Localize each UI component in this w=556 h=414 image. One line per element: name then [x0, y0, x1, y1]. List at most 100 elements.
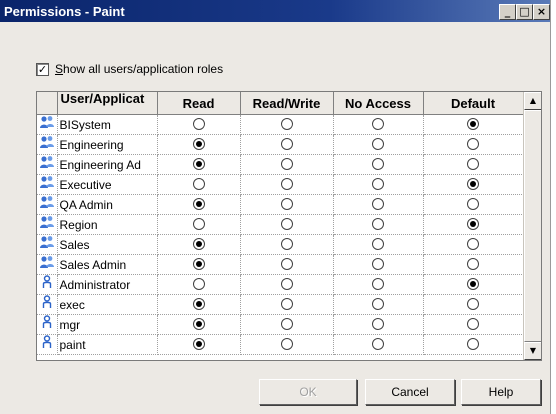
radio-read[interactable] [192, 158, 205, 171]
column-header-read[interactable]: Read [157, 92, 241, 115]
table-row[interactable]: BISystem [37, 114, 524, 135]
row-icon-cell [37, 214, 58, 235]
radio-no-access[interactable] [372, 278, 384, 291]
ok-button[interactable]: OK [259, 379, 357, 405]
radio-read[interactable] [192, 238, 205, 251]
radio-default[interactable] [467, 218, 479, 231]
radio-default[interactable] [467, 278, 479, 291]
scroll-up-button[interactable]: ▲ [524, 92, 541, 110]
user-icon [42, 315, 52, 334]
radio-cell-read-write [240, 274, 334, 295]
scroll-thumb[interactable] [524, 110, 541, 342]
radio-no-access[interactable] [372, 158, 384, 171]
radio-cell-read [157, 194, 241, 215]
radio-default[interactable] [467, 338, 479, 351]
radio-read[interactable] [192, 118, 205, 131]
radio-cell-read-write [240, 254, 334, 275]
radio-read-write[interactable] [280, 258, 293, 271]
radio-no-access[interactable] [372, 118, 384, 131]
radio-read-write[interactable] [280, 278, 293, 291]
radio-read-write[interactable] [280, 318, 293, 331]
cancel-button[interactable]: Cancel [365, 379, 455, 405]
radio-default[interactable] [467, 138, 479, 151]
grid-header-row: User/Applicat Read Read/Write No Access … [37, 92, 524, 115]
radio-cell-no-access [333, 134, 424, 155]
radio-no-access[interactable] [372, 198, 384, 211]
column-header-read-write[interactable]: Read/Write [240, 92, 334, 115]
table-row[interactable]: paint [37, 334, 524, 355]
radio-no-access[interactable] [372, 238, 384, 251]
maximize-button[interactable]: □ [516, 4, 533, 20]
table-row[interactable]: Region [37, 214, 524, 235]
radio-read[interactable] [192, 178, 205, 191]
radio-read-write[interactable] [280, 238, 293, 251]
radio-read[interactable] [192, 258, 205, 271]
table-row[interactable]: exec [37, 294, 524, 315]
radio-read-write[interactable] [280, 198, 293, 211]
radio-read-write[interactable] [280, 178, 293, 191]
radio-read[interactable] [192, 138, 205, 151]
table-row[interactable]: mgr [37, 314, 524, 335]
radio-read-write[interactable] [280, 158, 293, 171]
show-all-users-option[interactable]: ✓ Show all users/application roles [36, 61, 223, 77]
radio-cell-no-access [333, 294, 424, 315]
radio-cell-default [423, 314, 524, 335]
help-button[interactable]: Help [461, 379, 541, 405]
row-icon-cell [37, 314, 58, 335]
show-all-users-checkbox[interactable]: ✓ [36, 62, 49, 76]
row-name: mgr [57, 314, 158, 335]
column-header-user[interactable]: User/Applicat [57, 92, 158, 115]
permissions-grid[interactable]: User/Applicat Read Read/Write No Access … [36, 91, 542, 361]
radio-cell-no-access [333, 334, 424, 355]
radio-no-access[interactable] [372, 298, 384, 311]
column-header-no-access[interactable]: No Access [333, 92, 424, 115]
radio-cell-read [157, 294, 241, 315]
radio-read-write[interactable] [280, 338, 293, 351]
radio-read[interactable] [192, 338, 205, 351]
radio-read-write[interactable] [280, 218, 293, 231]
radio-no-access[interactable] [372, 318, 384, 331]
table-row[interactable]: Executive [37, 174, 524, 195]
radio-no-access[interactable] [372, 218, 384, 231]
radio-no-access[interactable] [372, 178, 384, 191]
radio-cell-no-access [333, 254, 424, 275]
radio-read[interactable] [192, 218, 205, 231]
radio-no-access[interactable] [372, 258, 384, 271]
radio-default[interactable] [467, 198, 479, 211]
radio-read[interactable] [192, 318, 205, 331]
table-row[interactable]: Engineering Ad [37, 154, 524, 175]
radio-default[interactable] [467, 158, 479, 171]
radio-read-write[interactable] [280, 138, 293, 151]
radio-cell-no-access [333, 174, 424, 195]
radio-cell-read [157, 234, 241, 255]
radio-read[interactable] [192, 198, 205, 211]
minimize-button[interactable]: _ [499, 4, 516, 20]
radio-read-write[interactable] [280, 118, 293, 131]
scroll-down-button[interactable]: ▼ [524, 342, 541, 360]
show-all-users-label[interactable]: Show all users/application roles [55, 62, 223, 76]
radio-default[interactable] [467, 298, 479, 311]
radio-read-write[interactable] [280, 298, 293, 311]
vertical-scrollbar[interactable]: ▲ ▼ [523, 92, 541, 360]
radio-default[interactable] [467, 318, 479, 331]
table-row[interactable]: Sales Admin [37, 254, 524, 275]
table-row[interactable]: QA Admin [37, 194, 524, 215]
column-header-default[interactable]: Default [423, 92, 524, 115]
radio-default[interactable] [467, 238, 479, 251]
title-bar[interactable]: Permissions - Paint _ □ × [0, 0, 550, 22]
radio-no-access[interactable] [372, 338, 384, 351]
radio-no-access[interactable] [372, 138, 384, 151]
table-row[interactable]: Administrator [37, 274, 524, 295]
radio-cell-read [157, 314, 241, 335]
row-name: QA Admin [57, 194, 158, 215]
radio-default[interactable] [467, 118, 479, 131]
radio-read[interactable] [192, 278, 205, 291]
row-icon-cell [37, 234, 58, 255]
radio-default[interactable] [467, 178, 479, 191]
radio-default[interactable] [467, 258, 479, 271]
radio-read[interactable] [192, 298, 205, 311]
row-name: exec [57, 294, 158, 315]
table-row[interactable]: Sales [37, 234, 524, 255]
close-button[interactable]: × [533, 4, 550, 20]
table-row[interactable]: Engineering [37, 134, 524, 155]
